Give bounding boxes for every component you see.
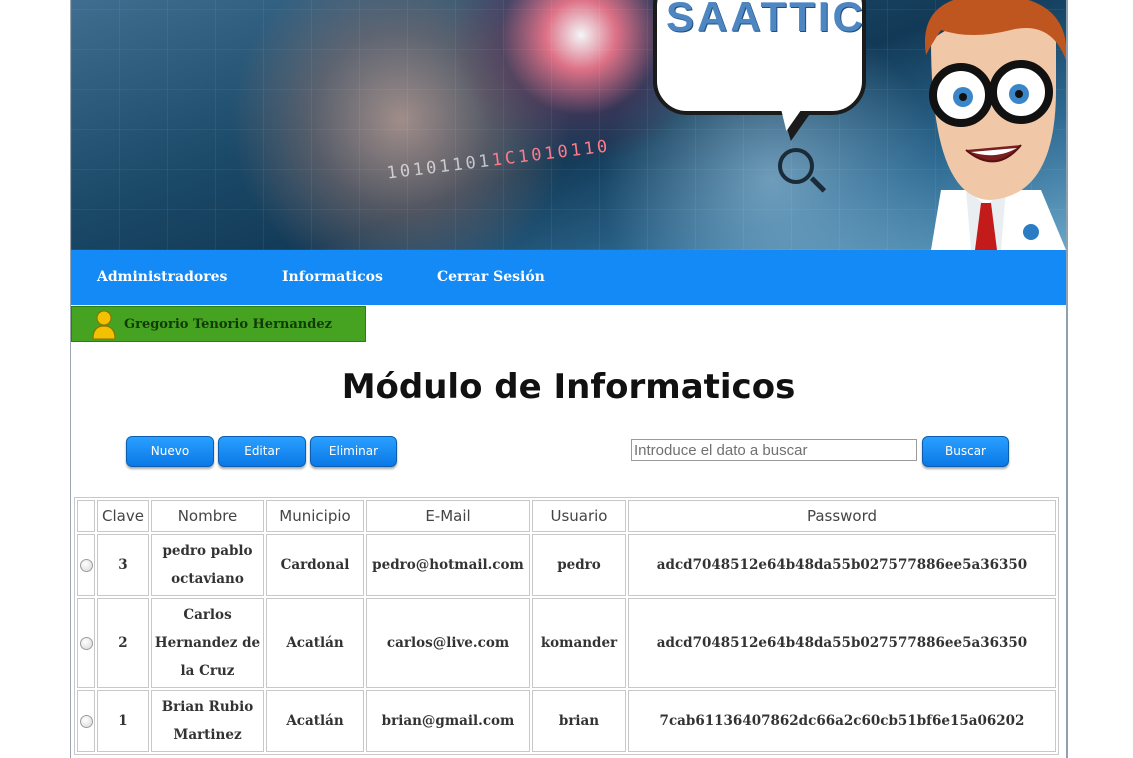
table-header-nombre: Nombre xyxy=(151,500,264,532)
nav-item-informaticos[interactable]: Informaticos xyxy=(282,269,383,285)
radio-icon[interactable] xyxy=(79,715,93,728)
radio-icon[interactable] xyxy=(79,559,93,572)
cell-email: carlos@live.com xyxy=(366,598,530,688)
table-header-clave: Clave xyxy=(97,500,149,532)
table-header-select xyxy=(77,500,95,532)
page: 101011011C1010110 SAATTIC Administradore… xyxy=(70,0,1068,758)
table-header-email: E-Mail xyxy=(366,500,530,532)
cell-password: 7cab61136407862dc66a2c60cb51bf6e15a06202 xyxy=(628,690,1056,752)
row-select-radio[interactable] xyxy=(77,598,95,688)
cell-municipio: Acatlán xyxy=(266,598,364,688)
table-header-municipio: Municipio xyxy=(266,500,364,532)
cell-clave: 1 xyxy=(97,690,149,752)
user-icon xyxy=(92,310,116,340)
cell-password: adcd7048512e64b48da55b027577886ee5a36350 xyxy=(628,598,1056,688)
page-title: Módulo de Informaticos xyxy=(341,367,796,407)
row-select-radio[interactable] xyxy=(77,534,95,596)
cell-municipio: Cardonal xyxy=(266,534,364,596)
table-header-password: Password xyxy=(628,500,1056,532)
cell-password: adcd7048512e64b48da55b027577886ee5a36350 xyxy=(628,534,1056,596)
logo-text: SAATTIC xyxy=(666,0,866,40)
delete-button[interactable]: Eliminar xyxy=(310,436,397,467)
search-button[interactable]: Buscar xyxy=(922,436,1009,467)
cell-clave: 3 xyxy=(97,534,149,596)
cell-email: brian@gmail.com xyxy=(366,690,530,752)
user-name: Gregorio Tenorio Hernandez xyxy=(124,317,332,332)
magnifier-icon xyxy=(778,148,814,184)
table-row[interactable]: 2 Carlos Hernandez de la Cruz Acatlán ca… xyxy=(77,598,1056,688)
cell-usuario: brian xyxy=(532,690,626,752)
nav-item-administradores[interactable]: Administradores xyxy=(97,269,227,285)
cell-nombre: Brian Rubio Martinez xyxy=(151,690,264,752)
user-badge: Gregorio Tenorio Hernandez xyxy=(71,306,366,342)
cell-usuario: pedro xyxy=(532,534,626,596)
main-nav: Administradores Informaticos Cerrar Sesi… xyxy=(71,250,1066,305)
cell-usuario: komander xyxy=(532,598,626,688)
table-header-usuario: Usuario xyxy=(532,500,626,532)
cell-municipio: Acatlán xyxy=(266,690,364,752)
mascot-illustration xyxy=(924,0,1066,250)
table-row[interactable]: 3 pedro pablo octaviano Cardonal pedro@h… xyxy=(77,534,1056,596)
row-select-radio[interactable] xyxy=(77,690,95,752)
edit-button[interactable]: Editar xyxy=(218,436,306,467)
informaticos-table: Clave Nombre Municipio E-Mail Usuario Pa… xyxy=(74,497,1059,755)
cell-clave: 2 xyxy=(97,598,149,688)
nav-item-cerrar-sesion[interactable]: Cerrar Sesión xyxy=(437,269,545,285)
cell-email: pedro@hotmail.com xyxy=(366,534,530,596)
table-row[interactable]: 1 Brian Rubio Martinez Acatlán brian@gma… xyxy=(77,690,1056,752)
cell-nombre: Carlos Hernandez de la Cruz xyxy=(151,598,264,688)
radio-icon[interactable] xyxy=(79,637,93,650)
table-header-row: Clave Nombre Municipio E-Mail Usuario Pa… xyxy=(77,500,1056,532)
search-input[interactable] xyxy=(631,439,917,461)
header-banner: 101011011C1010110 SAATTIC xyxy=(71,0,1066,250)
new-button[interactable]: Nuevo xyxy=(126,436,214,467)
cell-nombre: pedro pablo octaviano xyxy=(151,534,264,596)
